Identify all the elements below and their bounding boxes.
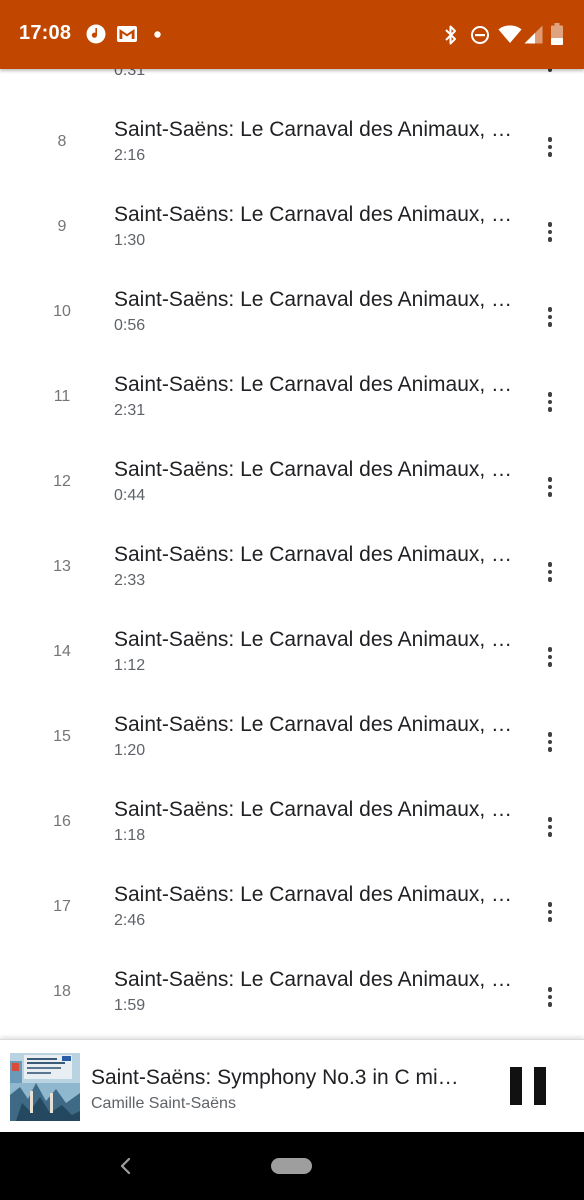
track-title: Saint-Saëns: Le Carnaval des Animaux, R.… bbox=[114, 543, 518, 566]
more-options-icon[interactable] bbox=[530, 892, 570, 932]
track-number: 13 bbox=[53, 558, 71, 575]
track-duration: 1:12 bbox=[114, 657, 146, 674]
track-duration: 2:33 bbox=[114, 572, 146, 589]
album-art[interactable] bbox=[10, 1053, 80, 1121]
track-duration: 2:31 bbox=[114, 402, 146, 419]
more-options-icon[interactable] bbox=[530, 212, 570, 252]
track-title: Saint-Saëns: Le Carnaval des Animaux, R.… bbox=[114, 713, 518, 736]
track-title: Saint-Saëns: Le Carnaval des Animaux, R.… bbox=[114, 203, 518, 226]
track-duration: 1:59 bbox=[114, 997, 146, 1014]
more-options-icon[interactable] bbox=[530, 977, 570, 1017]
track-title: Saint-Saëns: Le Carnaval des Animaux, R.… bbox=[114, 458, 518, 481]
back-icon[interactable] bbox=[112, 1152, 140, 1180]
track-title: Saint-Saëns: Le Carnaval des Animaux, R.… bbox=[114, 628, 518, 651]
track-number: 11 bbox=[53, 388, 71, 405]
track-row[interactable]: 14 Saint-Saëns: Le Carnaval des Animaux,… bbox=[0, 603, 584, 688]
more-options-icon[interactable] bbox=[530, 552, 570, 592]
track-row[interactable]: 12 Saint-Saëns: Le Carnaval des Animaux,… bbox=[0, 433, 584, 518]
home-pill[interactable] bbox=[271, 1158, 312, 1174]
track-duration: 0:44 bbox=[114, 487, 146, 504]
status-time: 17:08 bbox=[19, 22, 72, 44]
more-options-icon[interactable] bbox=[530, 722, 570, 762]
do-not-disturb-icon bbox=[471, 26, 489, 44]
track-duration: 1:30 bbox=[114, 232, 146, 249]
battery-icon bbox=[551, 23, 563, 45]
track-row[interactable]: 17 Saint-Saëns: Le Carnaval des Animaux,… bbox=[0, 858, 584, 943]
track-number: 10 bbox=[53, 303, 71, 320]
track-title: Saint-Saëns: Le Carnaval des Animaux, R.… bbox=[114, 798, 518, 821]
notification-dot-icon bbox=[154, 31, 161, 38]
track-row[interactable]: 16 Saint-Saëns: Le Carnaval des Animaux,… bbox=[0, 773, 584, 858]
more-options-icon[interactable] bbox=[530, 297, 570, 337]
track-duration: 2:46 bbox=[114, 912, 146, 929]
track-title: Saint-Saëns: Le Carnaval des Animaux, R.… bbox=[114, 968, 518, 991]
track-title: Saint-Saëns: Le Carnaval des Animaux, R.… bbox=[114, 373, 518, 396]
track-duration: 1:20 bbox=[114, 742, 146, 759]
track-row[interactable]: 9 Saint-Saëns: Le Carnaval des Animaux, … bbox=[0, 178, 584, 263]
track-row[interactable]: 8 Saint-Saëns: Le Carnaval des Animaux, … bbox=[0, 93, 584, 178]
track-row[interactable]: 18 Saint-Saëns: Le Carnaval des Animaux,… bbox=[0, 943, 584, 1028]
more-options-icon[interactable] bbox=[530, 127, 570, 167]
track-title: Saint-Saëns: Le Carnaval des Animaux, R.… bbox=[114, 883, 518, 906]
track-duration: 2:16 bbox=[114, 147, 146, 164]
signal-icon bbox=[524, 25, 543, 44]
now-playing-artist: Camille Saint-Saëns bbox=[91, 1095, 236, 1112]
track-row[interactable]: 11 Saint-Saëns: Le Carnaval des Animaux,… bbox=[0, 348, 584, 433]
track-number: 9 bbox=[57, 218, 67, 235]
bluetooth-icon bbox=[445, 25, 456, 45]
track-duration: 1:18 bbox=[114, 827, 146, 844]
more-options-icon[interactable] bbox=[530, 637, 570, 677]
track-number: 16 bbox=[53, 813, 71, 830]
wifi-icon bbox=[498, 25, 522, 43]
track-number: 14 bbox=[53, 643, 71, 660]
mini-player[interactable]: Saint-Saëns: Symphony No.3 in C minor, O… bbox=[0, 1039, 584, 1133]
track-number: 17 bbox=[53, 898, 71, 915]
track-row[interactable]: 13 Saint-Saëns: Le Carnaval des Animaux,… bbox=[0, 518, 584, 603]
track-duration: 0:56 bbox=[114, 317, 146, 334]
gmail-icon bbox=[117, 26, 137, 42]
track-list[interactable]: 0:31 8 Saint-Saëns: Le Carnaval des Anim… bbox=[0, 40, 584, 1038]
music-app-icon bbox=[86, 24, 106, 44]
more-options-icon[interactable] bbox=[530, 467, 570, 507]
track-number: 12 bbox=[53, 473, 71, 490]
more-options-icon[interactable] bbox=[530, 807, 570, 847]
track-title: Saint-Saëns: Le Carnaval des Animaux, R.… bbox=[114, 118, 518, 141]
track-number: 18 bbox=[53, 983, 71, 1000]
pause-icon bbox=[510, 1067, 522, 1105]
pause-button[interactable] bbox=[502, 1064, 552, 1110]
more-options-icon[interactable] bbox=[530, 382, 570, 422]
track-number: 8 bbox=[57, 133, 67, 150]
track-title: Saint-Saëns: Le Carnaval des Animaux, R.… bbox=[114, 288, 518, 311]
status-bar: 17:08 bbox=[0, 0, 584, 69]
track-number: 15 bbox=[53, 728, 71, 745]
track-row[interactable]: 15 Saint-Saëns: Le Carnaval des Animaux,… bbox=[0, 688, 584, 773]
now-playing-title[interactable]: Saint-Saëns: Symphony No.3 in C minor, O… bbox=[91, 1066, 466, 1090]
track-row[interactable]: 10 Saint-Saëns: Le Carnaval des Animaux,… bbox=[0, 263, 584, 348]
